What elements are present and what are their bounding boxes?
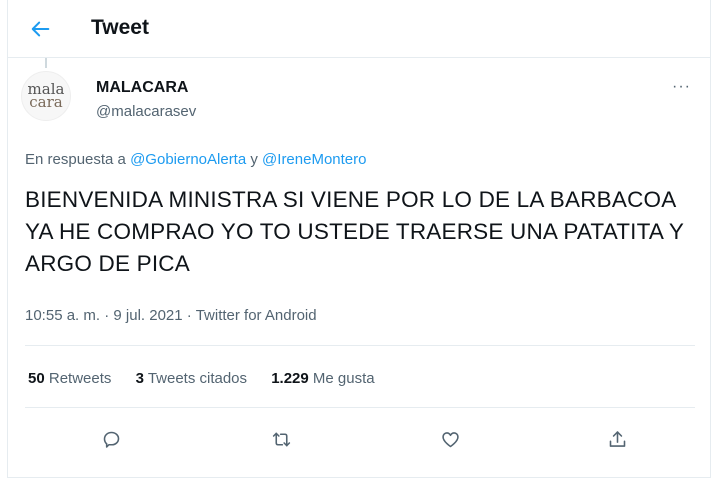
arrow-left-icon	[31, 21, 50, 37]
retweet-button[interactable]	[266, 424, 296, 454]
quotes-label: Tweets citados	[147, 370, 248, 387]
tweet-date[interactable]: 9 jul. 2021	[113, 307, 182, 324]
mention-link-irenemontero[interactable]: @IreneMontero	[262, 151, 366, 168]
page-title: Tweet	[91, 16, 149, 39]
meta-separator: ·	[104, 307, 110, 324]
retweets-count: 50	[28, 370, 45, 387]
reply-prefix: En respuesta a	[25, 151, 126, 168]
tweet-source[interactable]: Twitter for Android	[196, 307, 317, 324]
avatar[interactable]: mala cara	[21, 71, 71, 121]
like-button[interactable]	[435, 424, 465, 454]
top-bar: Tweet	[8, 0, 710, 58]
divider	[25, 407, 695, 408]
meta-separator: ·	[186, 307, 192, 324]
likes-label: Me gusta	[312, 370, 375, 387]
tweet-time[interactable]: 10:55 a. m.	[25, 307, 100, 324]
quote-tweets-stat[interactable]: 3 Tweets citados	[136, 370, 247, 387]
likes-count: 1.229	[271, 370, 309, 387]
comment-icon	[103, 431, 119, 448]
action-bar	[8, 420, 710, 456]
share-button[interactable]	[602, 424, 632, 454]
retweet-icon	[272, 432, 290, 446]
thread-connector-line	[45, 58, 47, 68]
share-icon	[609, 430, 625, 447]
mention-link-gobiernoalerta[interactable]: @GobiernoAlerta	[130, 151, 246, 168]
reply-connector: y	[250, 151, 258, 168]
more-options-button[interactable]: ···	[672, 78, 691, 96]
author-handle[interactable]: @malacarasev	[96, 103, 196, 120]
reply-context: En respuesta a @GobiernoAlerta y @IreneM…	[25, 151, 367, 168]
likes-stat[interactable]: 1.229 Me gusta	[271, 370, 374, 387]
tweet-text: BIENVENIDA MINISTRA SI VIENE POR LO DE L…	[25, 187, 684, 276]
tweet-meta: 10:55 a. m. · 9 jul. 2021 · Twitter for …	[25, 307, 317, 324]
tweet-page: Tweet mala cara MALACARA @malacarasev ··…	[7, 0, 711, 478]
quotes-count: 3	[135, 370, 144, 387]
avatar-text-bottom: cara	[29, 93, 63, 111]
heart-icon	[441, 431, 459, 447]
back-button[interactable]	[28, 14, 54, 44]
retweets-label: Retweets	[48, 370, 112, 387]
engagement-stats: 50 Retweets 3 Tweets citados 1.229 Me gu…	[28, 370, 395, 387]
author-name[interactable]: MALACARA	[96, 79, 188, 97]
reply-button[interactable]	[96, 424, 126, 454]
divider	[25, 345, 695, 346]
retweets-stat[interactable]: 50 Retweets	[28, 370, 111, 387]
